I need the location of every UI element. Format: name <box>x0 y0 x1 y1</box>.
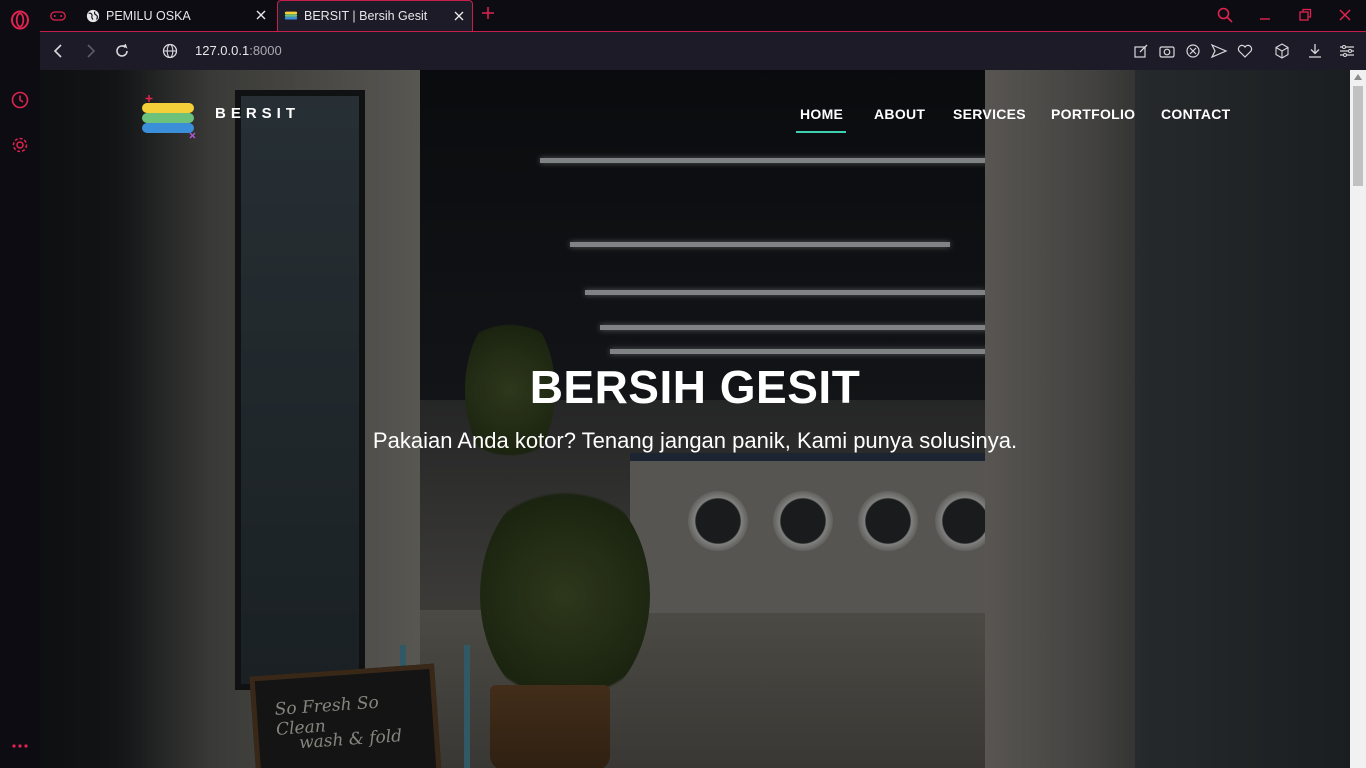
edit-share-icon[interactable] <box>1132 42 1150 60</box>
gx-controller-icon[interactable] <box>50 0 70 31</box>
restore-icon[interactable] <box>1296 6 1314 24</box>
hero-background-image: So Fresh So Clean wash & fold <box>40 70 1350 768</box>
history-icon[interactable] <box>9 89 31 111</box>
url-port: :8000 <box>249 43 282 58</box>
nav-services[interactable]: SERVICES <box>953 106 1026 122</box>
hero-subtitle: Pakaian Anda kotor? Tenang jangan panik,… <box>372 428 1018 453</box>
nav-active-underline <box>796 131 846 133</box>
scrollbar-thumb[interactable] <box>1353 86 1363 186</box>
easy-setup-icon[interactable] <box>1338 42 1356 60</box>
extensions-cube-icon[interactable] <box>1273 42 1291 60</box>
close-tab-icon[interactable] <box>452 9 466 23</box>
hero-title: BERSIH GESIT <box>529 361 861 413</box>
globe-icon <box>86 9 100 22</box>
url-field[interactable]: 127.0.0.1:8000 <box>195 43 282 58</box>
nav-contact[interactable]: CONTACT <box>1161 106 1231 122</box>
nav-about[interactable]: ABOUT <box>874 106 925 122</box>
minimize-icon[interactable] <box>1256 6 1274 24</box>
back-icon[interactable] <box>50 42 68 60</box>
snapshot-camera-icon[interactable] <box>1158 42 1176 60</box>
opera-menu-icon[interactable] <box>9 9 31 31</box>
address-toolbar: 127.0.0.1:8000 <box>40 31 1366 70</box>
browser-sidebar <box>0 0 40 768</box>
tab-strip: PEMILU OSKA BERSIT | Bersih Gesit <box>40 0 1366 31</box>
adblock-icon[interactable] <box>1184 42 1202 60</box>
send-icon[interactable] <box>1210 42 1228 60</box>
close-window-icon[interactable] <box>1336 6 1354 24</box>
scroll-up-arrow-icon[interactable] <box>1354 74 1362 80</box>
tab-pemilu-oska[interactable]: PEMILU OSKA <box>80 0 274 31</box>
page-viewport: So Fresh So Clean wash & fold BERSIT HOME… <box>40 70 1350 768</box>
forward-icon[interactable] <box>81 42 99 60</box>
reload-icon[interactable] <box>113 42 131 60</box>
downloads-icon[interactable] <box>1306 42 1324 60</box>
tab-title: PEMILU OSKA <box>106 8 191 23</box>
tab-title: BERSIT | Bersih Gesit <box>304 9 428 23</box>
close-tab-icon[interactable] <box>254 8 268 22</box>
more-options-icon[interactable] <box>9 735 31 757</box>
brand-name[interactable]: BERSIT <box>215 105 300 122</box>
nav-portfolio[interactable]: PORTFOLIO <box>1051 106 1135 122</box>
site-logo-icon[interactable] <box>140 95 200 143</box>
page-scrollbar[interactable] <box>1350 70 1366 768</box>
site-info-globe-icon[interactable] <box>161 42 179 60</box>
search-tabs-icon[interactable] <box>1216 6 1234 24</box>
tab-bersit[interactable]: BERSIT | Bersih Gesit <box>277 0 473 31</box>
url-host: 127.0.0.1 <box>195 43 250 58</box>
new-tab-plus-icon[interactable] <box>481 6 495 20</box>
nav-home[interactable]: HOME <box>800 106 843 122</box>
site-favicon-icon <box>284 11 298 20</box>
settings-gear-icon[interactable] <box>9 134 31 156</box>
bookmark-heart-icon[interactable] <box>1236 42 1254 60</box>
